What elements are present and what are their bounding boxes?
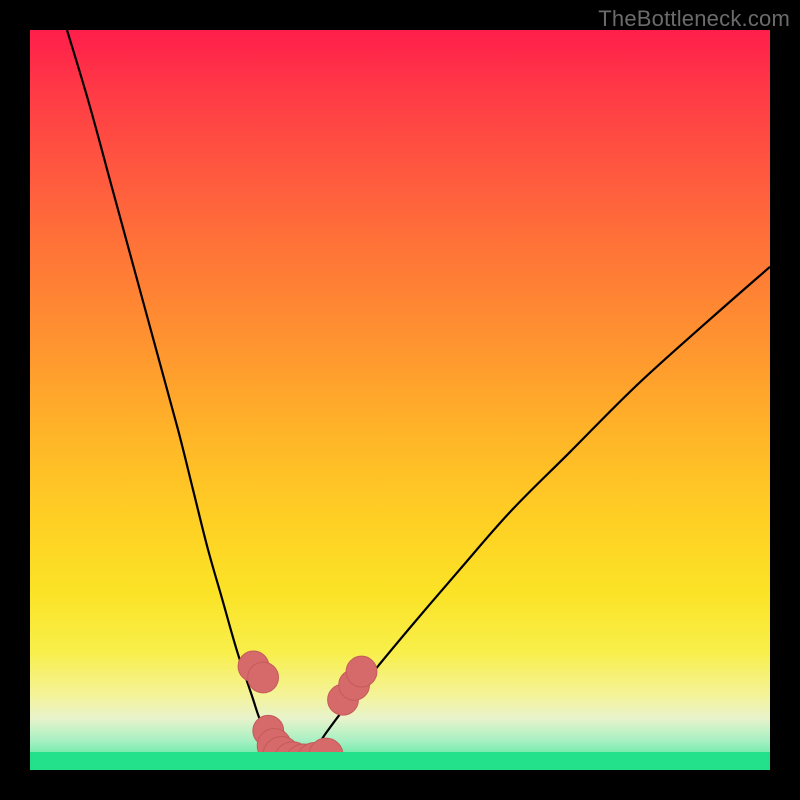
chart-frame: TheBottleneck.com bbox=[0, 0, 800, 800]
data-marker bbox=[346, 656, 377, 687]
plot-area bbox=[30, 30, 770, 770]
data-marker bbox=[248, 662, 279, 693]
optimal-zone-strip bbox=[30, 752, 770, 770]
chart-svg bbox=[30, 30, 770, 770]
watermark-text: TheBottleneck.com bbox=[598, 6, 790, 32]
